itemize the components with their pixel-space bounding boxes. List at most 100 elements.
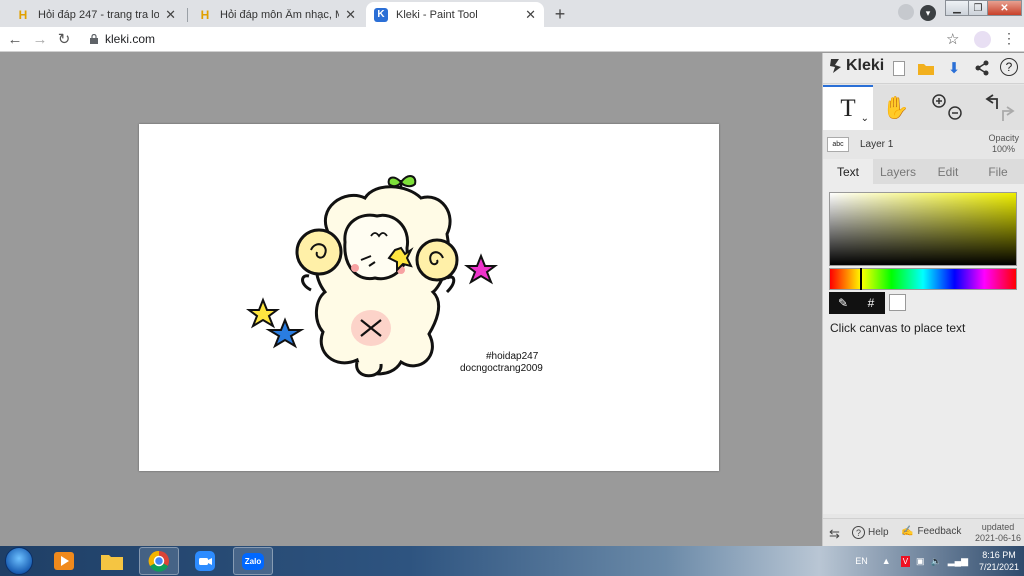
clock-date: 7/21/2021: [978, 562, 1020, 572]
hex-input-button[interactable]: #: [857, 292, 885, 314]
updated-date: 2021-06-16: [974, 533, 1021, 543]
zalo-icon[interactable]: Zalo: [233, 547, 273, 575]
clock-time: 8:16 PM: [982, 550, 1016, 560]
canvas-hashtag-text: #hoidap247: [486, 351, 539, 362]
extension-icon[interactable]: [898, 4, 914, 20]
menu-kebab-icon[interactable]: ⋮: [1002, 30, 1016, 47]
start-button[interactable]: [5, 547, 33, 575]
hand-tool-icon[interactable]: ✋: [881, 85, 911, 130]
zoom-app-icon[interactable]: [185, 547, 225, 575]
screen: H Hỏi đáp 247 - trang tra loi ✕ H Hỏi đá…: [0, 0, 1024, 576]
tool-panel: Kleki ⬇ ? T ⌄ ✋ abc Layer 1 Opacity 100%…: [822, 53, 1024, 546]
help-icon[interactable]: ?: [1000, 58, 1018, 76]
zoom-icon[interactable]: [927, 91, 967, 125]
reload-icon[interactable]: ↻: [55, 30, 73, 48]
sheep-drawing: [246, 175, 498, 378]
zoom-buttons: [927, 85, 967, 130]
chevron-down-icon[interactable]: ⌄: [861, 113, 869, 124]
tab-kleki[interactable]: K Kleki - Paint Tool ✕: [366, 2, 544, 27]
forward-arrow-icon[interactable]: →: [31, 30, 49, 48]
bookmark-star-icon[interactable]: ☆: [946, 30, 959, 48]
layer-row[interactable]: abc Layer 1 Opacity 100%: [823, 131, 1024, 159]
tray-chevron-icon[interactable]: ▲: [882, 556, 891, 566]
opacity-label: Opacity: [988, 133, 1019, 143]
minimize-button[interactable]: ▁: [945, 0, 969, 16]
windows-taskbar: Zalo EN ▲ V ▣ 🔈 ▂▄▆ 8:16 PM 7/21/2021: [0, 546, 1024, 576]
close-icon[interactable]: ✕: [525, 7, 536, 23]
tab-file[interactable]: File: [973, 159, 1023, 184]
media-player-icon[interactable]: [44, 547, 84, 575]
opacity-value: 100%: [991, 144, 1015, 154]
eyedropper-icon[interactable]: ✎: [829, 292, 857, 314]
profile-icon[interactable]: ▾: [920, 5, 936, 21]
hue-slider[interactable]: [829, 268, 1017, 290]
hoidap-favicon: H: [200, 7, 210, 22]
tab-separator: [187, 8, 188, 22]
new-file-icon[interactable]: [889, 58, 909, 78]
hue-marker[interactable]: [860, 268, 862, 290]
hoidap-favicon: H: [18, 7, 28, 22]
tab-hoidap-am-nhac[interactable]: H Hỏi đáp môn Âm nhạc, Mỹ thuật ✕: [190, 2, 364, 27]
panel-tabs: Text Layers Edit File: [823, 159, 1024, 184]
canvas-work-area[interactable]: #hoidap247 docngoctrang2009: [0, 53, 822, 546]
url-field[interactable]: kleki.com: [105, 32, 155, 46]
canvas-author-text: docngoctrang2009: [460, 363, 543, 374]
tab-hoidap-247[interactable]: H Hỏi đáp 247 - trang tra loi ✕: [8, 2, 184, 27]
network-icon[interactable]: ▣: [916, 556, 925, 567]
download-icon[interactable]: ⬇: [944, 58, 964, 78]
tab-text[interactable]: Text: [823, 159, 873, 184]
back-arrow-icon[interactable]: ←: [6, 30, 24, 48]
tab-label: Hỏi đáp môn Âm nhạc, Mỹ thuật: [220, 8, 339, 21]
help-label: Help: [868, 527, 889, 538]
close-icon[interactable]: ✕: [345, 7, 356, 23]
antivirus-icon[interactable]: V: [900, 555, 911, 567]
signal-icon[interactable]: ▂▄▆: [948, 556, 968, 567]
open-folder-icon[interactable]: [916, 58, 936, 78]
address-bar: ← → ↻ kleki.com ☆ ⋮: [0, 27, 1024, 52]
text-tool-options: ✎ # Click canvas to place text: [823, 184, 1024, 514]
feedback-label: Feedback: [917, 526, 962, 537]
feedback-icon: ✍: [901, 526, 914, 537]
panel-header: Kleki ⬇ ?: [823, 53, 1024, 84]
new-tab-button[interactable]: +: [550, 4, 570, 24]
tab-layers[interactable]: Layers: [873, 159, 923, 184]
drawing-canvas[interactable]: #hoidap247 docngoctrang2009: [139, 124, 719, 471]
undo-redo-buttons: [979, 85, 1019, 130]
tab-label: Hỏi đáp 247 - trang tra loi: [38, 8, 160, 21]
browser-tab-strip: H Hỏi đáp 247 - trang tra loi ✕ H Hỏi đá…: [0, 0, 1024, 27]
logo-text: Kleki: [846, 57, 885, 74]
layer-name: Layer 1: [860, 139, 894, 150]
tab-label: Kleki - Paint Tool: [396, 8, 478, 21]
volume-icon[interactable]: 🔈: [931, 556, 942, 567]
updated-label: updated: [981, 522, 1015, 532]
help-link[interactable]: ? Help: [852, 526, 889, 539]
current-color-swatch[interactable]: [889, 294, 906, 311]
tool-hint: Click canvas to place text: [830, 321, 966, 335]
close-window-button[interactable]: ✕: [987, 0, 1022, 16]
chrome-icon[interactable]: [139, 547, 179, 575]
kleki-logo[interactable]: Kleki: [829, 57, 884, 75]
kleki-favicon: K: [374, 7, 388, 22]
updated-info: updated 2021-06-16: [975, 522, 1021, 544]
undo-redo-icon[interactable]: [979, 91, 1019, 125]
maximize-button[interactable]: ❐: [968, 0, 988, 16]
file-explorer-icon[interactable]: [92, 547, 132, 575]
lock-icon: [90, 34, 98, 44]
panel-footer: ⇆ ? Help ✍ Feedback updated 2021-06-16: [823, 518, 1024, 546]
swap-arrows-icon[interactable]: ⇆: [829, 526, 840, 542]
help-circle-icon: ?: [852, 526, 865, 539]
color-tools: ✎ #: [829, 292, 885, 314]
close-icon[interactable]: ✕: [165, 7, 176, 23]
layer-thumbnail: abc: [827, 137, 849, 152]
system-tray: EN ▲ V ▣ 🔈 ▂▄▆ 8:16 PM 7/21/2021: [855, 546, 1024, 576]
kleki-logo-icon: [830, 59, 841, 73]
language-indicator[interactable]: EN: [855, 556, 868, 566]
profile-avatar-icon[interactable]: [974, 31, 991, 48]
text-tool-button[interactable]: T ⌄: [823, 85, 873, 130]
share-icon[interactable]: [972, 58, 992, 78]
saturation-value-picker[interactable]: [829, 192, 1017, 266]
tool-bar: T ⌄ ✋: [823, 85, 1024, 130]
tab-edit[interactable]: Edit: [923, 159, 973, 184]
feedback-link[interactable]: ✍ Feedback: [901, 526, 961, 537]
clock[interactable]: 8:16 PM 7/21/2021: [974, 549, 1024, 573]
